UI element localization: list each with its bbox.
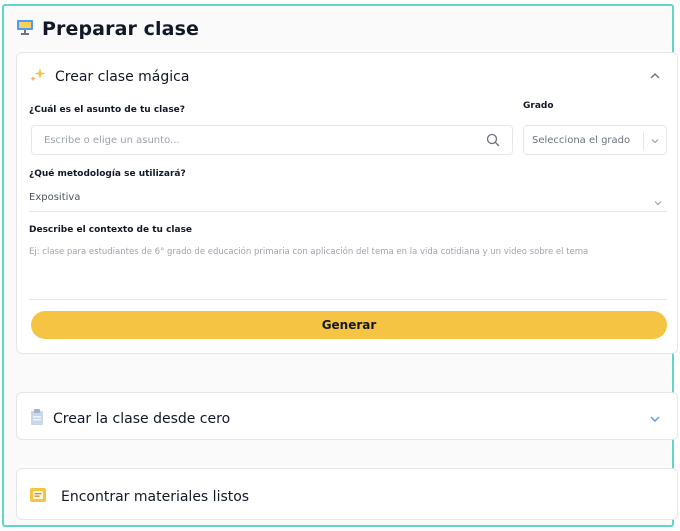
magic-class-title: Crear clase mágica	[55, 69, 190, 85]
divider	[29, 299, 667, 300]
ready-materials-header[interactable]: Encontrar materiales listos	[29, 486, 249, 508]
ready-materials-panel[interactable]: Encontrar materiales listos	[16, 468, 678, 520]
sparkles-icon	[29, 67, 47, 87]
scratch-class-title: Crear la clase desde cero	[53, 411, 231, 427]
subject-input[interactable]: Escribe o elige un asunto...	[31, 125, 513, 155]
clipboard-icon	[29, 408, 45, 430]
magic-class-panel: Crear clase mágica ¿Cuál es el asunto de…	[16, 52, 678, 354]
presentation-board-icon	[16, 18, 34, 40]
ready-materials-title: Encontrar materiales listos	[61, 489, 250, 505]
context-label: Describe el contexto de tu clase	[29, 225, 193, 235]
scratch-class-panel[interactable]: Crear la clase desde cero	[16, 392, 678, 440]
method-label: ¿Qué metodología se utilizará?	[29, 169, 186, 179]
generate-button[interactable]: Generar	[31, 311, 667, 339]
grade-select[interactable]: Selecciona el grado	[523, 125, 667, 155]
subject-placeholder: Escribe o elige un asunto...	[44, 134, 180, 146]
scratch-class-header[interactable]: Crear la clase desde cero	[29, 408, 230, 430]
chevron-down-icon	[653, 193, 663, 212]
grade-select-value: Selecciona el grado	[532, 134, 631, 146]
magic-class-header[interactable]: Crear clase mágica	[29, 67, 189, 87]
method-select-value: Expositiva	[29, 192, 81, 203]
chevron-up-icon[interactable]	[649, 67, 661, 86]
divider	[29, 211, 667, 212]
context-textarea[interactable]: Ej: clase para estudiantes de 6° grado d…	[29, 243, 669, 297]
search-icon[interactable]	[486, 133, 500, 150]
grade-label: Grado	[523, 101, 554, 111]
method-select[interactable]: Expositiva	[29, 187, 667, 211]
page-header: Preparar clase	[16, 18, 199, 40]
chevron-down-icon[interactable]	[649, 410, 661, 429]
subject-label: ¿Cuál es el asunto de tu clase?	[29, 105, 186, 115]
context-placeholder: Ej: clase para estudiantes de 6° grado d…	[29, 247, 589, 257]
page-title: Preparar clase	[42, 18, 199, 40]
folder-icon	[29, 486, 47, 508]
chevron-down-icon[interactable]	[643, 132, 666, 150]
